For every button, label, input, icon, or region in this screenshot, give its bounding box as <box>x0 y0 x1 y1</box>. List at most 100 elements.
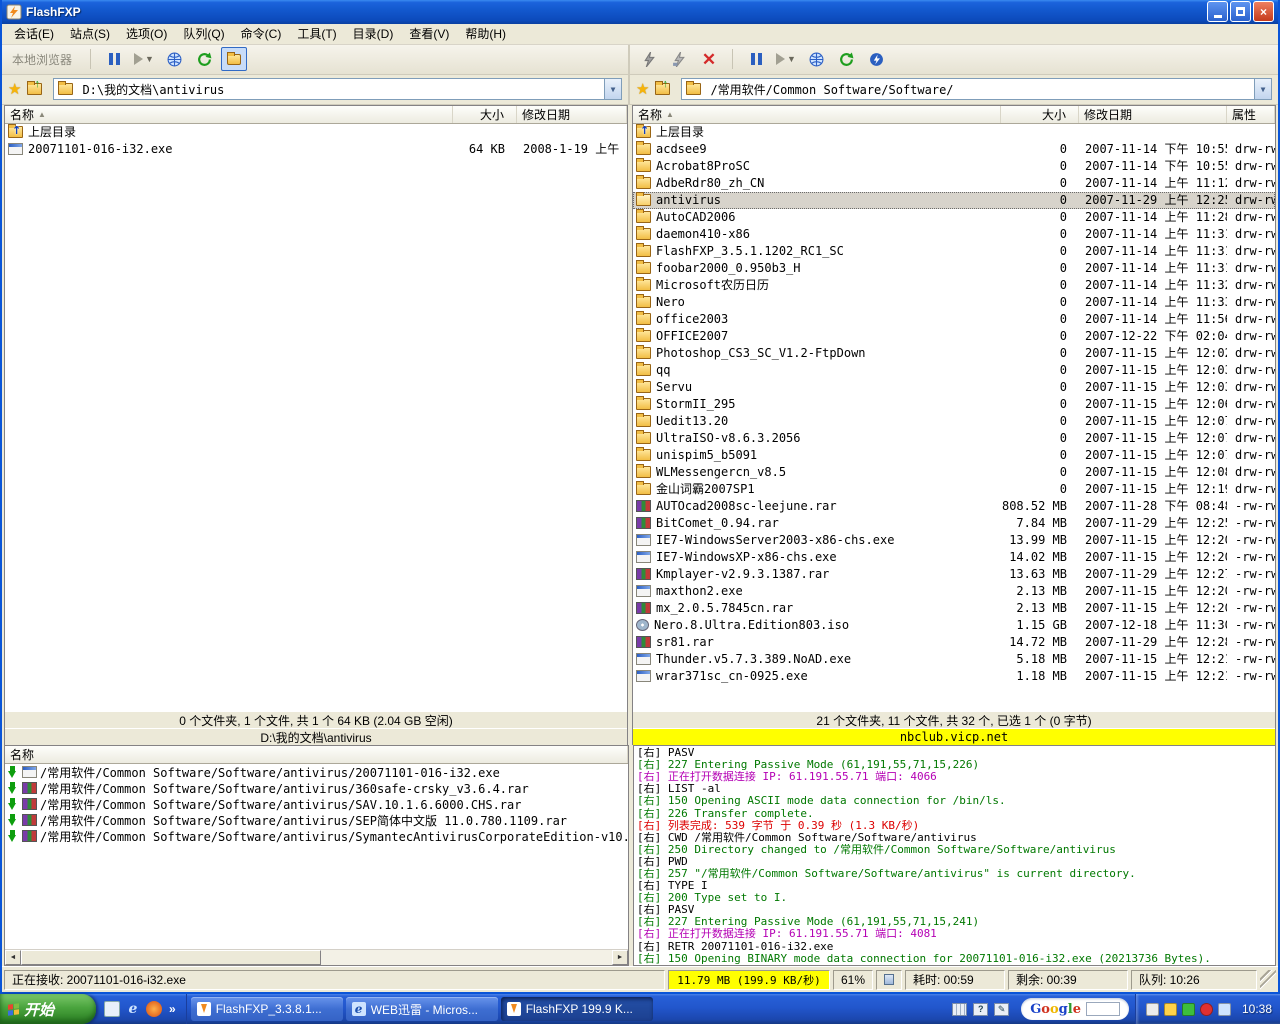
help-icon[interactable] <box>973 1003 988 1016</box>
folder-view-toggle-button[interactable] <box>221 47 247 71</box>
local-file-list[interactable]: 上层目录20071101-016-i32.exe64 KB2008-1-19 上… <box>5 124 627 711</box>
ie-icon[interactable] <box>125 1001 141 1017</box>
disconnect-button[interactable]: ✕ <box>696 47 722 71</box>
file-row[interactable]: qq02007-11-15 上午 12:03drw-rw-rw- <box>633 362 1275 379</box>
file-row[interactable]: acdsee902007-11-14 下午 10:55drw-rw-rw- <box>633 141 1275 158</box>
file-row[interactable]: Acrobat8ProSC02007-11-14 下午 10:55drw-rw-… <box>633 158 1275 175</box>
maximize-button[interactable] <box>1230 1 1251 22</box>
keyboard-icon[interactable] <box>952 1003 967 1016</box>
close-button[interactable]: × <box>1253 1 1274 22</box>
file-row[interactable]: mx_2.0.5.7845cn.rar2.13 MB2007-11-15 上午 … <box>633 600 1275 617</box>
remote-refresh-button[interactable] <box>833 47 859 71</box>
file-row[interactable]: IE7-WindowsXP-x86-chs.exe14.02 MB2007-11… <box>633 549 1275 566</box>
tray-security-icon[interactable] <box>1200 1003 1213 1016</box>
menu-item-4[interactable]: 队列(Q) <box>175 23 232 44</box>
file-row[interactable]: Nero02007-11-14 上午 11:33drw-rw-rw- <box>633 294 1275 311</box>
menu-item-8[interactable]: 查看(V) <box>401 23 457 44</box>
menu-item-2[interactable]: 站点(S) <box>62 23 118 44</box>
local-pause-button[interactable] <box>101 47 127 71</box>
menu-item-9[interactable]: 帮助(H) <box>457 23 514 44</box>
file-row[interactable]: unispim5_b509102007-11-15 上午 12:07drw-rw… <box>633 447 1275 464</box>
menu-item-5[interactable]: 命令(C) <box>233 23 290 44</box>
local-sync-button[interactable] <box>161 47 187 71</box>
remote-pause-button[interactable] <box>743 47 769 71</box>
remote-column-attr[interactable]: 属性 <box>1227 106 1275 123</box>
tray-volume-icon[interactable] <box>1218 1003 1231 1016</box>
file-row[interactable]: 金山词霸2007SP102007-11-15 上午 12:19drw-rw-rw… <box>633 481 1275 498</box>
dropdown-arrow-icon[interactable]: ▼ <box>604 79 621 99</box>
log-panel[interactable]: [右] PASV[右] 227 Entering Passive Mode (6… <box>633 745 1276 966</box>
abort-button[interactable] <box>863 47 889 71</box>
taskbar-task-2[interactable]: WEB迅雷 - Micros... <box>346 997 498 1021</box>
resize-grip[interactable] <box>1260 970 1276 990</box>
taskbar-clock[interactable]: 10:38 <box>1236 1002 1272 1016</box>
scroll-right-button[interactable]: ► <box>612 950 628 965</box>
local-transfer-button[interactable]: ▼ <box>131 47 157 71</box>
quick-connect-button[interactable] <box>636 47 662 71</box>
queue-item[interactable]: /常用软件/Common Software/Software/antivirus… <box>5 828 628 844</box>
remote-file-list[interactable]: 上层目录acdsee902007-11-14 下午 10:55drw-rw-rw… <box>633 124 1275 711</box>
show-desktop-icon[interactable] <box>104 1001 120 1017</box>
file-row[interactable]: daemon410-x8602007-11-14 上午 11:31drw-rw-… <box>633 226 1275 243</box>
file-row[interactable]: wrar371sc_cn-0925.exe1.18 MB2007-11-15 上… <box>633 668 1275 685</box>
file-row[interactable]: maxthon2.exe2.13 MB2007-11-15 上午 12:20-r… <box>633 583 1275 600</box>
queue-item[interactable]: /常用软件/Common Software/Software/antivirus… <box>5 796 628 812</box>
queue-item[interactable]: /常用软件/Common Software/Software/antivirus… <box>5 812 628 828</box>
file-row[interactable]: Servu02007-11-15 上午 12:03drw-rw-rw- <box>633 379 1275 396</box>
menu-item-1[interactable]: 会话(E) <box>6 23 62 44</box>
menu-item-7[interactable]: 目录(D) <box>345 23 402 44</box>
tray-keyboard-icon[interactable] <box>1146 1003 1159 1016</box>
remote-sync-button[interactable] <box>803 47 829 71</box>
local-column-date[interactable]: 修改日期 <box>517 106 627 123</box>
file-row[interactable]: office200302007-11-14 上午 11:56drw-rw-rw- <box>633 311 1275 328</box>
favorites-star-icon[interactable]: ★ <box>8 80 21 98</box>
taskbar-task-1[interactable]: FlashFXP_3.3.8.1... <box>191 997 343 1021</box>
parent-dir-row[interactable]: 上层目录 <box>5 124 627 141</box>
scroll-thumb[interactable] <box>21 950 321 965</box>
local-column-size[interactable]: 大小 <box>453 106 517 123</box>
queue-item[interactable]: /常用软件/Common Software/Software/antivirus… <box>5 780 628 796</box>
file-row[interactable]: Uedit13.2002007-11-15 上午 12:07drw-rw-rw- <box>633 413 1275 430</box>
file-row[interactable]: Kmplayer-v2.9.3.1387.rar13.63 MB2007-11-… <box>633 566 1275 583</box>
remote-transfer-button[interactable]: ▼ <box>773 47 799 71</box>
file-row[interactable]: AUTOcad2008sc-leejune.rar808.52 MB2007-1… <box>633 498 1275 515</box>
file-row[interactable]: AdbeRdr80_zh_CN02007-11-14 上午 11:12drw-r… <box>633 175 1275 192</box>
google-deskband[interactable]: Google <box>1021 998 1129 1020</box>
start-button[interactable]: 开始 <box>0 994 96 1024</box>
queue-list[interactable]: /常用软件/Common Software/Software/antivirus… <box>5 764 628 949</box>
queue-item[interactable]: /常用软件/Common Software/Software/antivirus… <box>5 764 628 780</box>
menu-item-3[interactable]: 选项(O) <box>118 23 175 44</box>
file-row[interactable]: 20071101-016-i32.exe64 KB2008-1-19 上午 10… <box>5 141 627 158</box>
file-row[interactable]: IE7-WindowsServer2003-x86-chs.exe13.99 M… <box>633 532 1275 549</box>
parent-dir-row[interactable]: 上层目录 <box>633 124 1275 141</box>
reconnect-button[interactable] <box>666 47 692 71</box>
file-row[interactable]: OFFICE200702007-12-22 下午 02:04drw-rw-rw- <box>633 328 1275 345</box>
file-row[interactable]: Thunder.v5.7.3.389.NoAD.exe5.18 MB2007-1… <box>633 651 1275 668</box>
file-row[interactable]: sr81.rar14.72 MB2007-11-29 上午 12:28-rw-r… <box>633 634 1275 651</box>
file-row[interactable]: AutoCAD200602007-11-14 上午 11:28drw-rw-rw… <box>633 209 1275 226</box>
local-up-folder-button[interactable]: ↑ <box>25 78 49 100</box>
menu-item-6[interactable]: 工具(T) <box>289 23 344 44</box>
file-row[interactable]: Nero.8.Ultra.Edition803.iso1.15 GB2007-1… <box>633 617 1275 634</box>
google-search-input[interactable] <box>1086 1002 1120 1016</box>
file-row[interactable]: StormII_29502007-11-15 上午 12:06drw-rw-rw… <box>633 396 1275 413</box>
quick-launch-overflow[interactable]: » <box>167 1002 178 1016</box>
file-row[interactable]: BitComet_0.94.rar7.84 MB2007-11-29 上午 12… <box>633 515 1275 532</box>
scroll-track[interactable] <box>21 950 612 965</box>
selected-file-row[interactable]: antivirus02007-11-29 上午 12:25drw-rw-rw- <box>633 192 1275 209</box>
media-player-icon[interactable] <box>146 1001 162 1017</box>
queue-column-name[interactable]: 名称 <box>5 746 628 763</box>
scroll-left-button[interactable]: ◄ <box>5 950 21 965</box>
taskbar-task-3[interactable]: FlashFXP 199.9 K... <box>501 997 653 1021</box>
local-path-combobox[interactable]: D:\我的文档\antivirus ▼ <box>53 78 622 100</box>
minimize-button[interactable] <box>1207 1 1228 22</box>
tray-updater-icon[interactable] <box>1182 1003 1195 1016</box>
file-row[interactable]: UltraISO-v8.6.3.205602007-11-15 上午 12:07… <box>633 430 1275 447</box>
file-row[interactable]: foobar2000_0.950b3_H02007-11-14 上午 11:31… <box>633 260 1275 277</box>
remote-path-combobox[interactable]: /常用软件/Common Software/Software/ ▼ <box>681 78 1272 100</box>
file-row[interactable]: Microsoft农历日历02007-11-14 上午 11:32drw-rw-… <box>633 277 1275 294</box>
local-column-name[interactable]: 名称▲ <box>5 106 453 123</box>
file-row[interactable]: Photoshop_CS3_SC_V1.2-FtpDown02007-11-15… <box>633 345 1275 362</box>
favorites-star-icon[interactable]: ★ <box>636 80 649 98</box>
remote-up-folder-button[interactable]: ↑ <box>653 78 677 100</box>
